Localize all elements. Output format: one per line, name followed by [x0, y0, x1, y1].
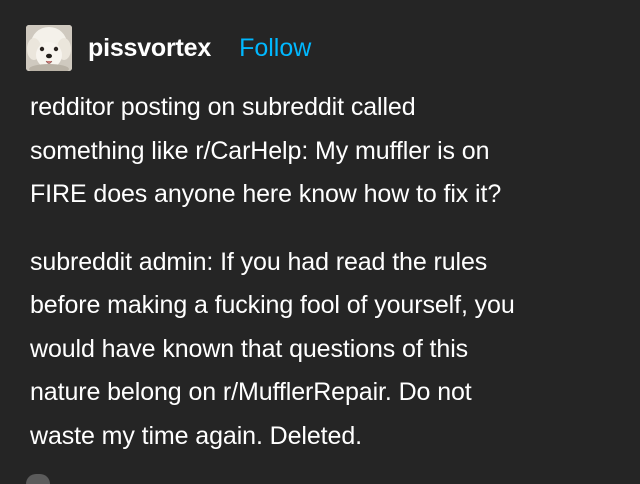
post-body: redditor posting on subreddit called som… [30, 86, 620, 458]
username-link[interactable]: pissvortex [88, 34, 211, 63]
follow-button[interactable]: Follow [239, 34, 311, 63]
post-header: pissvortex Follow [26, 24, 311, 72]
next-post-avatar [26, 474, 50, 484]
post-paragraph: subreddit admin: If you had read the rul… [30, 247, 515, 450]
dog-avatar-icon [26, 25, 72, 71]
user-avatar[interactable] [26, 25, 72, 71]
post-paragraph: redditor posting on subreddit called som… [30, 93, 502, 208]
tumblr-post: pissvortex Follow redditor posting on su… [0, 0, 640, 484]
